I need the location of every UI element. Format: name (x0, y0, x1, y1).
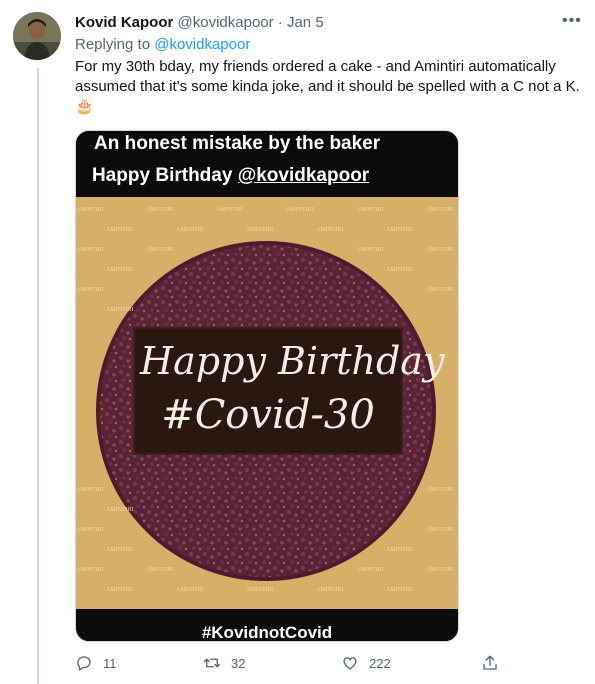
box-brand-text: AMINTIRI (426, 487, 454, 493)
reply-icon (77, 656, 91, 671)
box-brand-text: AMINTIRI (76, 207, 104, 213)
box-brand-text: AMINTIRI (356, 567, 384, 573)
retweet-count: 32 (231, 655, 246, 671)
box-brand-text: AMINTIRI (176, 587, 204, 593)
replying-to-link[interactable]: @kovidkapoor (154, 36, 250, 53)
box-brand-text: AMINTIRI (426, 287, 454, 293)
box-brand-text: AMINTIRI (456, 507, 459, 513)
box-brand-text: AMINTIRI (246, 227, 274, 233)
share-button[interactable] (481, 654, 499, 672)
box-brand-text: AMINTIRI (426, 247, 454, 253)
box-brand-text: AMINTIRI (316, 587, 344, 593)
box-brand-text: AMINTIRI (216, 207, 244, 213)
box-brand-text: AMINTIRI (456, 587, 459, 593)
media-caption-handle: @kovidkapoor (237, 165, 370, 186)
share-icon (483, 655, 497, 670)
thread-line (37, 68, 39, 684)
like-count: 222 (369, 655, 391, 671)
tweet-text: For my 30th bday, my friends ordered a c… (75, 58, 580, 115)
box-brand-text: AMINTIRI (106, 547, 134, 553)
box-brand-text: AMINTIRI (106, 227, 134, 233)
box-brand-text: AMINTIRI (426, 567, 454, 573)
box-brand-text: AMINTIRI (456, 547, 459, 553)
box-brand-text: AMINTIRI (106, 307, 134, 313)
author-handle[interactable]: @kovidkapoor (178, 14, 274, 31)
more-horizontal-icon[interactable]: ••• (562, 12, 582, 30)
plaque-line-2: #Covid-30 (161, 392, 375, 438)
box-brand-text: AMINTIRI (146, 247, 174, 253)
avatar[interactable] (13, 12, 61, 60)
box-brand-text: AMINTIRI (356, 207, 384, 213)
box-brand-text: AMINTIRI (76, 527, 104, 533)
author-name[interactable]: Kovid Kapoor (75, 14, 173, 31)
box-brand-text: AMINTIRI (426, 527, 454, 533)
media-caption-prefix: Happy Birthday (92, 165, 238, 186)
plaque-line-1: Happy Birthday (140, 339, 445, 383)
box-brand-text: AMINTIRI (106, 267, 134, 273)
media-caption-bottom: #KovidnotCovid (201, 623, 333, 642)
box-brand-text: AMINTIRI (316, 227, 344, 233)
replying-prefix: Replying to (75, 36, 151, 53)
box-brand-text: AMINTIRI (176, 227, 204, 233)
box-brand-text: AMINTIRI (456, 307, 459, 313)
replying-to: Replying to @kovidkapoor (75, 35, 250, 55)
box-brand-text: AMINTIRI (456, 267, 459, 273)
retweet-icon (203, 658, 221, 668)
cake-photo: AMINTIRI AMINTIRI AMINTIRI AMINTIRI AMINTIRI… (76, 131, 459, 641)
box-brand-text: AMINTIRI (246, 587, 274, 593)
box-brand-text: AMINTIRI (146, 207, 174, 213)
box-brand-text: AMINTIRI (106, 507, 134, 513)
box-brand-text: AMINTIRI (386, 267, 414, 273)
box-brand-text: AMINTIRI (286, 207, 314, 213)
tweet-date[interactable]: Jan 5 (287, 14, 324, 31)
box-brand-text: AMINTIRI (356, 247, 384, 253)
tweet-media-image[interactable]: AMINTIRI AMINTIRI AMINTIRI AMINTIRI AMINTIRI… (75, 130, 459, 642)
reply-button[interactable]: 11 (75, 654, 117, 672)
box-brand-text: AMINTIRI (76, 567, 104, 573)
box-brand-text: AMINTIRI (386, 547, 414, 553)
box-brand-text: AMINTIRI (76, 247, 104, 253)
avatar-image (13, 12, 61, 60)
box-brand-text: AMINTIRI (456, 227, 459, 233)
like-button[interactable]: 222 (341, 654, 391, 672)
tweet-actions: 11 32 222 (75, 654, 497, 674)
box-brand-text: AMINTIRI (426, 207, 454, 213)
reply-count: 11 (103, 655, 117, 671)
box-brand-text: AMINTIRI (146, 567, 174, 573)
tweet-header: Kovid Kapoor @kovidkapoor · Jan 5 (75, 13, 324, 33)
box-brand-text: AMINTIRI (386, 227, 414, 233)
box-brand-text: AMINTIRI (106, 587, 134, 593)
media-caption-top: An honest mistake by the baker (94, 133, 381, 154)
media-caption-line2: Happy Birthday @kovidkapoor (92, 165, 458, 187)
retweet-button[interactable]: 32 (203, 654, 245, 672)
separator: · (277, 14, 283, 31)
like-icon (343, 657, 357, 670)
box-brand-text: AMINTIRI (386, 587, 414, 593)
box-brand-text: AMINTIRI (76, 487, 104, 493)
box-brand-text: AMINTIRI (76, 287, 104, 293)
